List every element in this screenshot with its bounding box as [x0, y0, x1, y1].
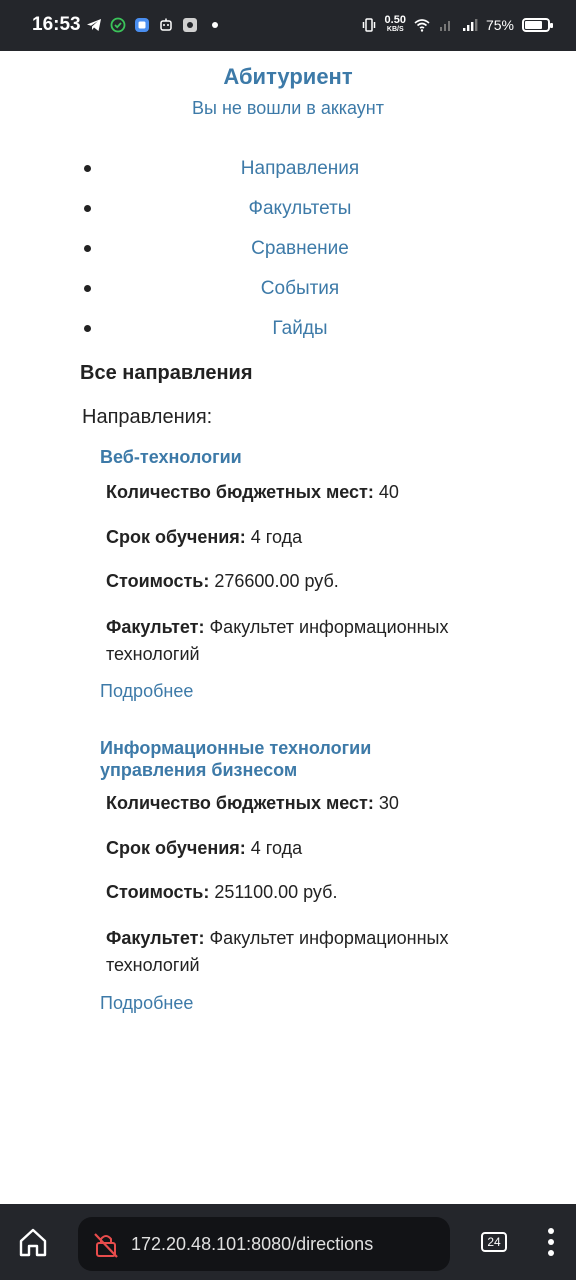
- battery-icon: [522, 18, 553, 32]
- bullet-icon: [84, 205, 91, 212]
- battery-percent: 75%: [485, 17, 514, 33]
- faculty-label: Факультет:: [106, 928, 205, 948]
- address-bar[interactable]: 172.20.48.101:8080/directions: [78, 1217, 450, 1271]
- site-title[interactable]: Абитуриент: [0, 64, 576, 90]
- nav-item-comparison: Сравнение: [80, 229, 520, 269]
- nav-link-events[interactable]: События: [261, 278, 339, 300]
- more-details-link[interactable]: Подробнее: [100, 681, 193, 702]
- study-cost: Стоимость: 276600.00 руб.: [106, 568, 506, 595]
- budget-label: Количество бюджетных мест:: [106, 482, 374, 502]
- signal-off-icon: [439, 21, 450, 31]
- url-text[interactable]: 172.20.48.101:8080/directions: [131, 1234, 373, 1255]
- nav-link-directions[interactable]: Направления: [241, 158, 359, 180]
- vibrate-icon: [362, 18, 375, 32]
- tab-switcher-button[interactable]: 24: [481, 1232, 507, 1252]
- budget-value: 40: [378, 482, 399, 502]
- cost-label: Стоимость:: [106, 882, 210, 902]
- page-content: Абитуриент Вы не вошли в аккаунт Направл…: [0, 51, 576, 1204]
- nav-item-events: События: [80, 269, 520, 309]
- telegram-icon: [87, 19, 101, 31]
- insecure-lock-icon[interactable]: [92, 1231, 120, 1259]
- network-speed-unit: KB/S: [386, 26, 404, 33]
- notification-icons: [86, 15, 218, 35]
- bullet-icon: [84, 165, 91, 172]
- bullet-icon: [84, 285, 91, 292]
- direction-card: Веб-технологии Количество бюджетных мест…: [100, 446, 520, 706]
- budget-places: Количество бюджетных мест: 40: [106, 479, 506, 506]
- more-details-link[interactable]: Подробнее: [100, 993, 193, 1014]
- study-duration: Срок обучения: 4 года: [106, 835, 506, 862]
- nav-link-faculties[interactable]: Факультеты: [249, 198, 352, 220]
- budget-value: 30: [378, 793, 399, 813]
- home-icon[interactable]: [16, 1226, 50, 1260]
- status-time: 16:53: [32, 14, 81, 35]
- cost-label: Стоимость:: [106, 571, 210, 591]
- wifi-icon: [414, 19, 430, 32]
- more-menu-icon[interactable]: [545, 1228, 557, 1260]
- robot-icon: [160, 18, 172, 31]
- section-heading: Направления:: [82, 406, 213, 428]
- check-circle-icon: [110, 17, 126, 33]
- faculty: Факультет: Факультет информационных техн…: [106, 925, 506, 979]
- network-speed: 0.50 KB/S: [385, 15, 406, 35]
- faculty-label: Факультет:: [106, 617, 205, 637]
- study-duration: Срок обучения: 4 года: [106, 524, 506, 551]
- faculty: Факультет: Факультет информационных техн…: [106, 614, 506, 668]
- browser-toolbar: 172.20.48.101:8080/directions 24: [0, 1204, 576, 1280]
- app-icon: [135, 18, 149, 32]
- nav-item-guides: Гайды: [80, 309, 520, 349]
- bullet-icon: [84, 245, 91, 252]
- study-cost: Стоимость: 251100.00 руб.: [106, 879, 506, 906]
- duration-value: 4 года: [250, 838, 303, 858]
- settings-icon: [183, 18, 197, 32]
- nav-item-faculties: Факультеты: [80, 189, 520, 229]
- login-status-link[interactable]: Вы не вошли в аккаунт: [0, 98, 576, 119]
- direction-title[interactable]: Информационные технологии управления биз…: [100, 737, 400, 781]
- nav-link-comparison[interactable]: Сравнение: [251, 238, 349, 260]
- nav-link-guides[interactable]: Гайды: [272, 318, 327, 340]
- direction-title[interactable]: Веб-технологии: [100, 446, 520, 468]
- bullet-icon: [84, 325, 91, 332]
- direction-card: Информационные технологии управления биз…: [100, 737, 520, 1017]
- cost-value: 251100.00 руб.: [214, 882, 338, 902]
- system-indicators: 0.50 KB/S 75%: [361, 12, 553, 38]
- budget-label: Количество бюджетных мест:: [106, 793, 374, 813]
- cost-value: 276600.00 руб.: [214, 571, 339, 591]
- status-bar: 16:53 0.50 KB/S 75%: [0, 0, 576, 51]
- more-notifications-dot: [212, 22, 218, 28]
- budget-places: Количество бюджетных мест: 30: [106, 790, 506, 817]
- nav-item-directions: Направления: [80, 149, 520, 189]
- duration-label: Срок обучения:: [106, 527, 246, 547]
- page-title: Все направления: [80, 362, 253, 384]
- duration-value: 4 года: [250, 527, 303, 547]
- signal-icon: [462, 19, 478, 31]
- duration-label: Срок обучения:: [106, 838, 246, 858]
- main-nav: Направления Факультеты Сравнение События…: [80, 149, 520, 349]
